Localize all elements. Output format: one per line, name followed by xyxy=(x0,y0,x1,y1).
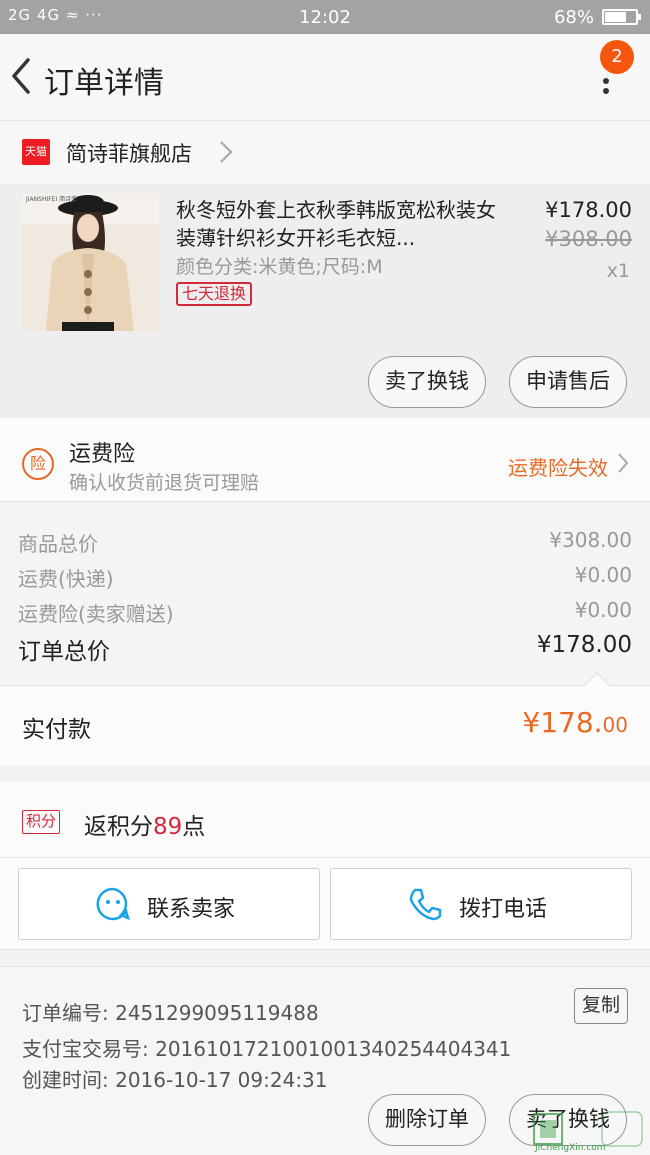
insurance-icon: 险 xyxy=(22,448,54,480)
call-phone-button[interactable]: 拨打电话 xyxy=(330,868,632,940)
paid-value-main: ¥178. xyxy=(522,706,603,739)
chevron-right-icon xyxy=(220,141,233,163)
chat-icon xyxy=(96,887,130,921)
page-title: 订单详情 xyxy=(44,66,164,101)
points-suffix: 点 xyxy=(182,814,206,840)
paid-value: ¥178.00 xyxy=(522,706,628,739)
copy-button[interactable]: 复制 xyxy=(574,988,628,1024)
watermark-text: JiChengXin.com xyxy=(535,1143,606,1153)
points-text: 返积分89点 xyxy=(84,807,205,841)
call-phone-label: 拨打电话 xyxy=(459,897,548,922)
delete-order-button[interactable]: 删除订单 xyxy=(368,1094,486,1146)
title-bar: 订单详情 xyxy=(0,34,650,120)
phone-icon xyxy=(409,888,442,921)
product-card[interactable]: JIANSHIFEI 简诗菲 秋冬短外套上衣秋季韩版宽松秋装女装薄针织衫女开衫毛… xyxy=(0,184,650,418)
battery-percent: 68% xyxy=(553,7,594,28)
order-total-value: ¥178.00 xyxy=(536,632,632,658)
return-policy-tag: 七天退换 xyxy=(176,282,253,306)
product-image[interactable]: JIANSHIFEI 简诗菲 xyxy=(22,194,159,331)
created-time: 创建时间: 2016-10-17 09:24:31 xyxy=(22,1068,328,1092)
summary-label-goods: 商品总价 xyxy=(18,532,98,556)
contact-actions: 联系卖家 拨打电话 xyxy=(0,858,650,950)
product-quantity: x1 xyxy=(606,260,630,282)
paid-label: 实付款 xyxy=(22,717,91,743)
points-tag: 积分 xyxy=(22,810,61,834)
more-dots-icon xyxy=(603,88,609,94)
paid-value-cents: 00 xyxy=(602,713,628,737)
points-number: 89 xyxy=(153,814,183,840)
back-button[interactable] xyxy=(8,56,36,96)
product-photo xyxy=(22,194,159,331)
shop-row[interactable]: 天猫 简诗菲旗舰店 xyxy=(0,120,650,184)
status-bar: 2G 4G ≈ ··· 12:02 68% xyxy=(0,0,650,34)
tmall-logo: 天猫 xyxy=(22,139,50,165)
contact-seller-label: 联系卖家 xyxy=(147,897,236,922)
product-price: ¥178.00 xyxy=(545,198,632,222)
status-time: 12:02 xyxy=(299,7,351,28)
summary-label-shipping: 运费(快递) xyxy=(18,567,114,591)
brand-caption: JIANSHIFEI 简诗菲 xyxy=(26,196,78,203)
price-summary: 商品总价 ¥308.00 运费(快递) ¥0.00 运费险(卖家赠送) ¥0.0… xyxy=(0,502,650,686)
insurance-title: 运费险 xyxy=(69,442,136,467)
back-arrow-icon xyxy=(12,58,30,94)
original-price: ¥308.00 xyxy=(545,227,632,251)
more-dots-icon xyxy=(603,78,609,84)
chevron-right-icon xyxy=(618,453,629,473)
order-number: 订单编号: 2451299095119488 xyxy=(22,1001,319,1025)
insurance-status: 运费险失效 xyxy=(508,456,608,480)
paid-amount-row: 实付款 ¥178.00 xyxy=(0,672,650,766)
contact-seller-button[interactable]: 联系卖家 xyxy=(18,868,320,940)
points-row: 积分 返积分89点 xyxy=(0,782,650,858)
apply-aftersale-button[interactable]: 申请售后 xyxy=(509,356,627,408)
alipay-trade-number: 支付宝交易号: 2016101721001001340254404341 xyxy=(22,1037,512,1061)
product-title: 秋冬短外套上衣秋季韩版宽松秋装女装薄针织衫女开衫毛衣短... xyxy=(176,198,496,250)
sell-for-cash-button[interactable]: 卖了换钱 xyxy=(368,356,486,408)
shop-name: 简诗菲旗舰店 xyxy=(66,142,192,166)
battery-icon xyxy=(602,9,641,25)
summary-value-insurance: ¥0.00 xyxy=(574,598,632,622)
summary-value-shipping: ¥0.00 xyxy=(574,563,632,587)
insurance-subtitle: 确认收货前退货可理赔 xyxy=(69,472,260,494)
order-total-label: 订单总价 xyxy=(18,639,110,665)
summary-label-insurance: 运费险(卖家赠送) xyxy=(18,602,174,626)
shipping-insurance-row[interactable]: 险 运费险 确认收货前退货可理赔 运费险失效 xyxy=(0,418,650,502)
notification-badge: 2 xyxy=(600,40,634,74)
points-prefix: 返积分 xyxy=(84,814,153,840)
summary-value-goods: ¥308.00 xyxy=(549,528,632,552)
product-spec: 颜色分类:米黄色;尺码:M xyxy=(176,256,383,278)
